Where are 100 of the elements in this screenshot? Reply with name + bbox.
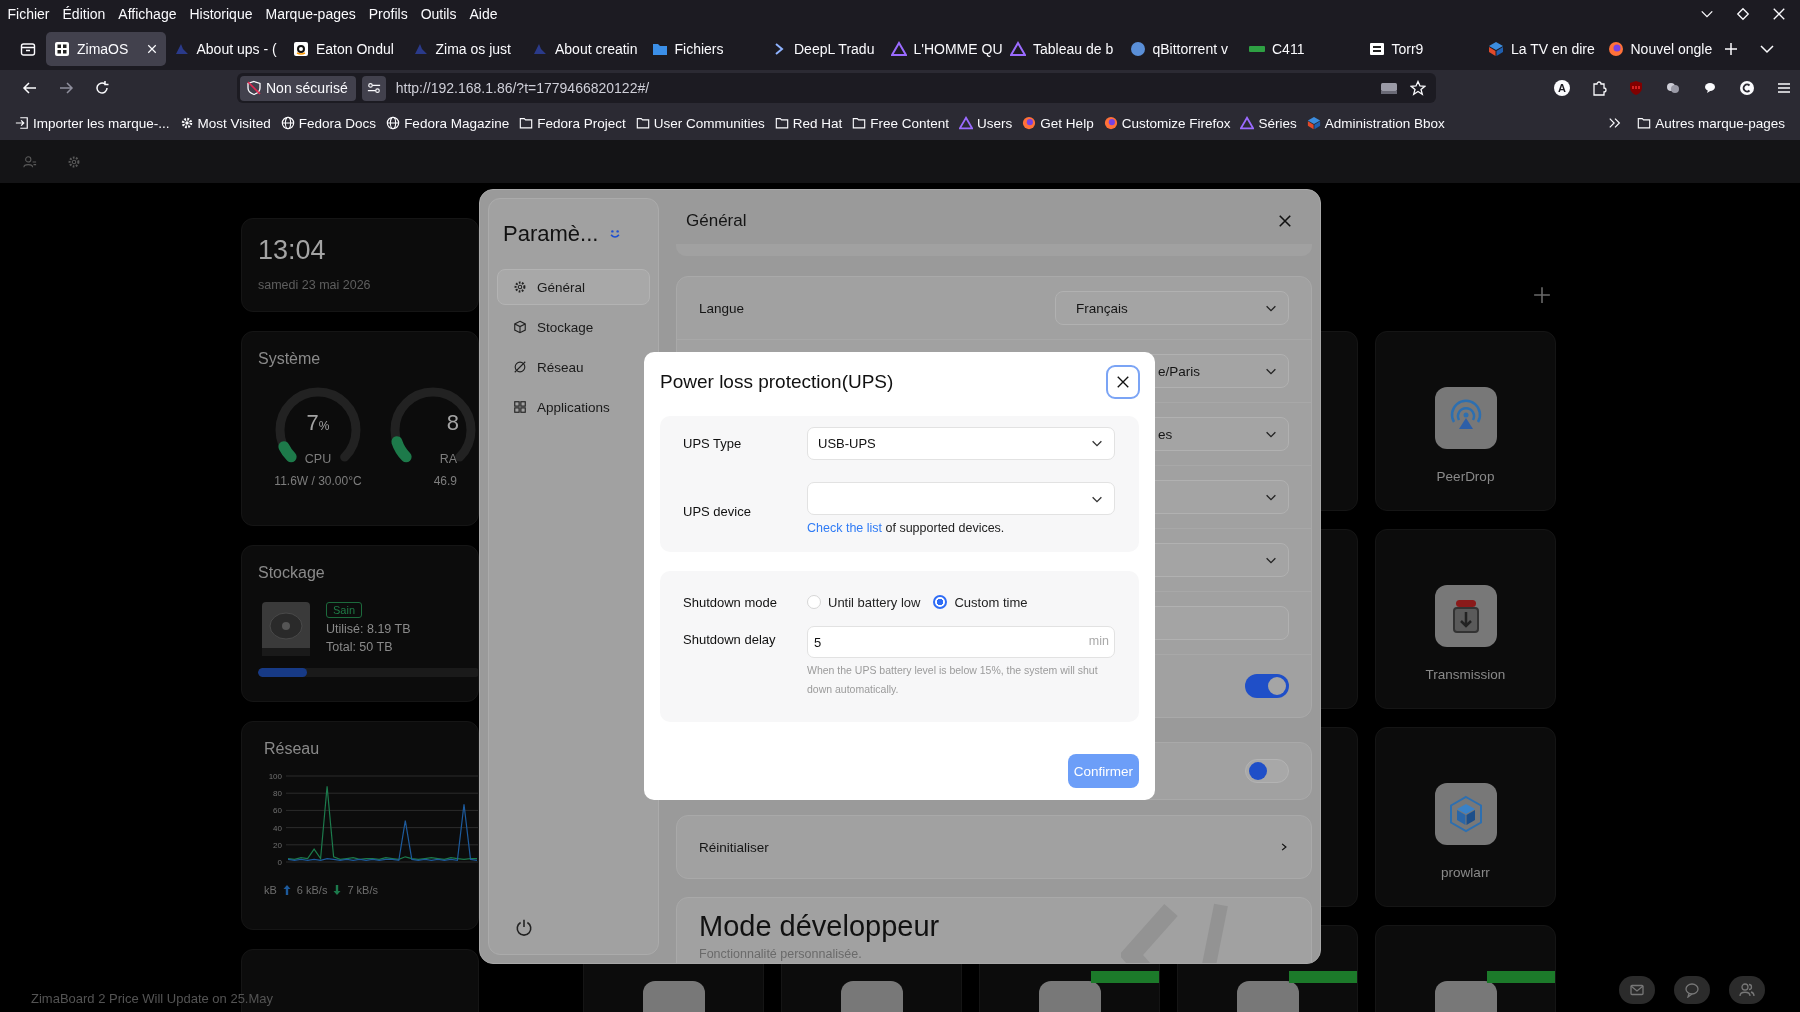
- bookmark[interactable]: Red Hat: [769, 115, 848, 131]
- axis-tick: 0: [277, 858, 282, 867]
- close-icon: [1116, 375, 1130, 389]
- browser-tab[interactable]: C411: [1241, 31, 1361, 66]
- menu-item[interactable]: Affichage: [111, 5, 183, 22]
- shield-icon[interactable]: [1628, 80, 1644, 96]
- up-arrow-icon: [282, 884, 291, 896]
- browser-tab[interactable]: ZimaOS: [46, 31, 166, 66]
- bookmark[interactable]: Get Help: [1017, 115, 1099, 131]
- total-space: Total: 50 TB: [326, 640, 394, 654]
- security-indicator[interactable]: Non sécurisé: [240, 75, 356, 101]
- browser-tab[interactable]: Nouvel ongle: [1599, 31, 1719, 66]
- menu-item[interactable]: Aide: [462, 5, 504, 22]
- select-field[interactable]: Français: [1055, 291, 1289, 325]
- upload-rate: 6 kB/s: [296, 884, 328, 896]
- permissions-icon[interactable]: [366, 81, 381, 95]
- users-icon: [1739, 982, 1755, 998]
- star-icon[interactable]: [1410, 80, 1426, 96]
- browser-tab[interactable]: La TV en dire: [1480, 31, 1600, 66]
- toggle-switch[interactable]: [1245, 674, 1289, 698]
- app-card[interactable]: prowlarr: [1375, 727, 1556, 907]
- shield-icon: [246, 80, 262, 96]
- radio-label[interactable]: Until battery low: [828, 594, 921, 610]
- browser-tab[interactable]: DeepL Tradu: [763, 31, 883, 66]
- bookmark[interactable]: Customize Firefox: [1098, 115, 1236, 131]
- browser-tab[interactable]: Eaton Ondul: [285, 31, 405, 66]
- app-card[interactable]: Transmission: [1375, 529, 1556, 709]
- menu-item[interactable]: Historique: [182, 5, 259, 22]
- back-arrow-icon[interactable]: [22, 80, 38, 96]
- chat-bubble-icon: [1684, 982, 1700, 998]
- bookmark[interactable]: Administration Bbox: [1301, 115, 1450, 131]
- developer-title: Mode développeur: [699, 910, 940, 943]
- close-icon[interactable]: [1278, 214, 1292, 228]
- browser-tab[interactable]: L'HOMME QU: [882, 31, 1002, 66]
- hint-text: When the UPS battery level is below 15%, the system will shut down automatically.: [807, 663, 1099, 697]
- menu-item[interactable]: Fichier: [1, 5, 56, 22]
- menu-item[interactable]: Outils: [414, 5, 463, 22]
- setting-label: Langue: [699, 300, 745, 316]
- browser-tab[interactable]: Zima os just: [404, 31, 524, 66]
- toggle-switch[interactable]: [1245, 759, 1289, 783]
- mail-icon: [1629, 982, 1645, 998]
- reload-icon[interactable]: [94, 80, 110, 96]
- menu-item[interactable]: Marque-pages: [259, 5, 363, 22]
- app-card[interactable]: PeerDrop: [1375, 331, 1556, 511]
- diamond-icon[interactable]: [1736, 6, 1750, 21]
- mail-button[interactable]: [1619, 976, 1655, 1004]
- forward-arrow-icon[interactable]: [58, 80, 74, 96]
- tab-list-icon[interactable]: [20, 40, 36, 57]
- browser-tab[interactable]: Torr9: [1360, 31, 1480, 66]
- radio-label[interactable]: Custom time: [954, 594, 1028, 610]
- fox-icon: [1103, 116, 1118, 130]
- power-icon[interactable]: [515, 918, 533, 936]
- triangle-icon: [1240, 116, 1255, 130]
- menu-item[interactable]: Édition: [56, 5, 112, 22]
- cube-icon: [1488, 40, 1504, 57]
- bookmark[interactable]: Free Content: [847, 115, 955, 131]
- gauge-label: RA: [439, 452, 457, 466]
- gear-icon[interactable]: [67, 154, 81, 169]
- circle-c-icon[interactable]: [1739, 80, 1755, 96]
- bookmark[interactable]: Importer les marque-...: [10, 115, 175, 131]
- bookmark[interactable]: Fedora Magazine: [381, 115, 515, 131]
- bookmark[interactable]: Users: [954, 115, 1018, 131]
- menu-item[interactable]: Profils: [362, 5, 415, 22]
- menu-icon[interactable]: [1776, 80, 1792, 96]
- help-link[interactable]: Check the list: [807, 521, 883, 535]
- drive-icon[interactable]: [1380, 80, 1398, 96]
- apps-grid-icon: [513, 400, 527, 414]
- radio-button[interactable]: [933, 595, 948, 609]
- address-bar[interactable]: Non sécurisé http://192.168.1.86/?t=1779466820122#/: [237, 73, 1436, 103]
- gear-icon: [513, 280, 527, 294]
- browser-tab[interactable]: qBittorrent v: [1121, 31, 1241, 66]
- browser-tab[interactable]: About ups - (: [165, 31, 285, 66]
- close-icon[interactable]: [145, 42, 158, 55]
- users-button[interactable]: [1729, 976, 1765, 1004]
- puzzle-icon[interactable]: [1591, 80, 1607, 96]
- double-chevron-icon[interactable]: [1608, 116, 1623, 130]
- nav-item[interactable]: Applications: [497, 389, 650, 425]
- bookmark[interactable]: User Communities: [630, 115, 770, 131]
- bookmark[interactable]: Fedora Project: [514, 115, 631, 131]
- reset-row[interactable]: Réinitialiser: [676, 815, 1312, 879]
- unit-label: min: [1088, 634, 1109, 648]
- bookmark[interactable]: Most Visited: [174, 115, 276, 131]
- close-button[interactable]: [1106, 365, 1140, 399]
- help-text: Check the list of supported devices.: [807, 521, 1006, 535]
- bookmark[interactable]: Fedora Docs: [275, 115, 382, 131]
- chat-bubble-icon[interactable]: [1702, 80, 1718, 96]
- user-list-icon[interactable]: [23, 154, 37, 169]
- gauge-value: 8: [446, 410, 459, 436]
- bookmark[interactable]: Séries: [1235, 115, 1302, 131]
- nav-item[interactable]: Réseau: [497, 349, 650, 385]
- bookmark-folder[interactable]: Autres marque-pages: [1632, 115, 1790, 131]
- nav-item[interactable]: Général: [497, 269, 650, 305]
- used-space: Utilisé: 8.19 TB: [326, 622, 411, 636]
- nav-item[interactable]: Stockage: [497, 309, 650, 345]
- browser-tab[interactable]: Tableau de b: [1002, 31, 1122, 66]
- browser-tab[interactable]: About creatin: [524, 31, 644, 66]
- ups-type-select[interactable]: USB-UPS: [807, 426, 1115, 460]
- profile-button[interactable]: A: [1554, 80, 1570, 96]
- browser-tab[interactable]: Fichiers: [643, 31, 763, 66]
- chat-button[interactable]: [1674, 976, 1710, 1004]
